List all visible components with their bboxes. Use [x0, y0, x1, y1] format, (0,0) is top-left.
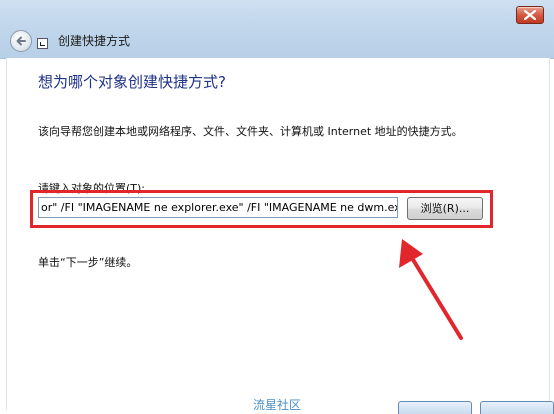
- cancel-button-partial[interactable]: [480, 401, 554, 414]
- watermark: 流星社区: [253, 398, 302, 412]
- annotation-arrow: [399, 239, 463, 340]
- next-button-partial[interactable]: [398, 401, 472, 414]
